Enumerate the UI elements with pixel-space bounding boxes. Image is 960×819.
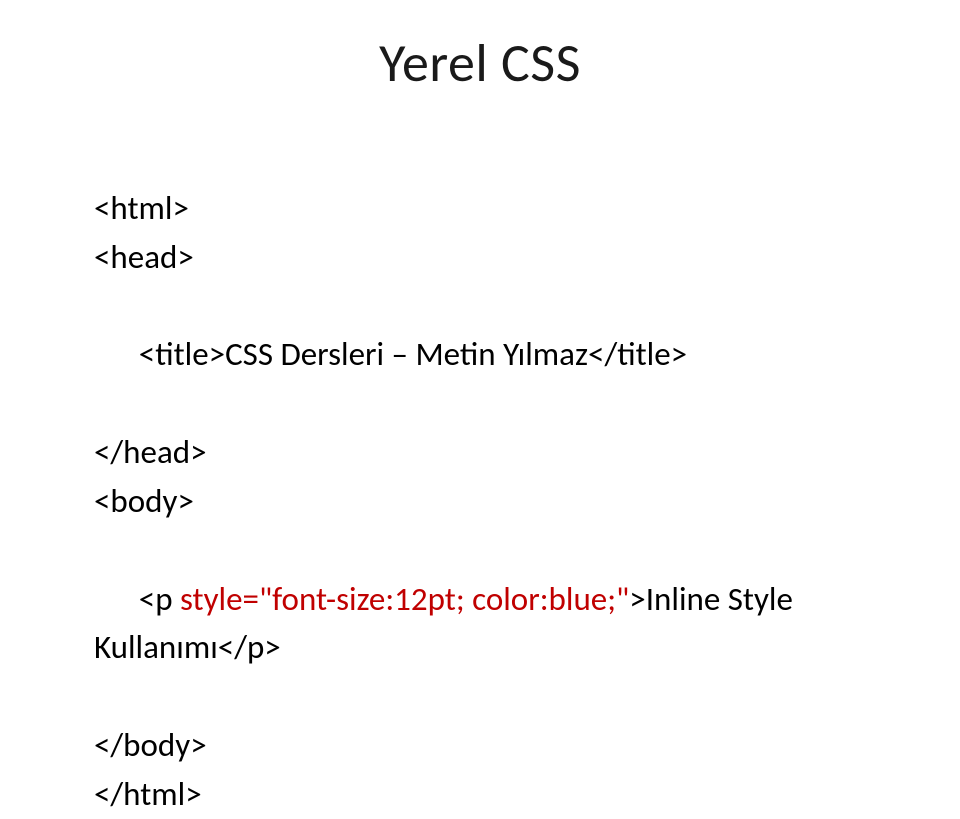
- code-tag-title-open: <title>: [139, 334, 225, 374]
- code-inline-style: style="font-size:12pt; color:blue;": [180, 579, 629, 619]
- code-line-8: </html>: [94, 770, 882, 819]
- slide-body: <html> <head> <title>CSS Dersleri – Meti…: [0, 96, 960, 819]
- code-tag-title-close: </title>: [588, 334, 687, 374]
- slide: Yerel CSS <html> <head> <title>CSS Dersl…: [0, 0, 960, 720]
- code-line-6: <p style="font-size:12pt; color:blue;">I…: [94, 526, 882, 721]
- code-tag-p-close: </p>: [218, 627, 281, 667]
- code-line-5: <body>: [94, 477, 882, 526]
- code-line-4: </head>: [94, 428, 882, 477]
- code-line-7: </body>: [94, 721, 882, 770]
- code-line-2: <head>: [94, 233, 882, 282]
- code-tag-p-open: <p: [139, 579, 180, 619]
- slide-title: Yerel CSS: [0, 0, 960, 96]
- code-line-3: <title>CSS Dersleri – Metin Yılmaz</titl…: [94, 282, 882, 428]
- code-tag-p-gt: >: [629, 579, 645, 619]
- code-line-1: <html>: [94, 184, 882, 233]
- code-text-title: CSS Dersleri – Metin Yılmaz: [225, 334, 588, 374]
